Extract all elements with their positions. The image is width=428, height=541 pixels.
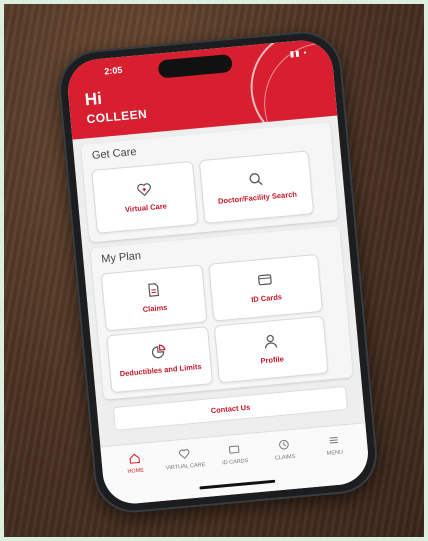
tile-label: Profile (260, 354, 285, 366)
profile-tile[interactable]: Profile (213, 315, 329, 384)
section-title: Get Care (91, 145, 137, 162)
person-icon (265, 335, 278, 349)
tile-label: ID Cards (250, 292, 283, 305)
tab-menu[interactable]: MENU (311, 432, 359, 487)
deductibles-tile[interactable]: Deductibles and Limits (106, 326, 214, 394)
status-icons: ▮▮ • (289, 48, 308, 59)
tab-claims[interactable]: CLAIMS (261, 437, 309, 492)
menu-icon (329, 436, 338, 444)
status-time: 2:05 (103, 64, 123, 77)
card-icon (228, 445, 240, 454)
heart-icon (179, 449, 190, 459)
tab-label: ID CARDS (221, 458, 249, 467)
tab-label: HOME (127, 467, 145, 476)
greeting: Hi (83, 88, 103, 110)
tab-home[interactable]: HOME (112, 450, 160, 505)
get-care-section: Get Care Virtual Care Doctor/Facility Se… (80, 122, 339, 243)
my-plan-section: My Plan Claims ID Cards Deductibles and … (90, 225, 354, 400)
home-icon (129, 453, 140, 464)
tile-label: Doctor/Facility Search (217, 189, 298, 206)
doctor-search-tile[interactable]: Doctor/Facility Search (198, 150, 315, 225)
phone-body: 2:05 ▮▮ • Hi COLLEEN Get Care Virtual Ca… (55, 28, 381, 516)
dynamic-island (157, 53, 233, 79)
heart-plus-icon (137, 183, 151, 197)
photo-background: 2:05 ▮▮ • Hi COLLEEN Get Care Virtual Ca… (4, 4, 424, 537)
tile-label: Claims (142, 302, 168, 315)
tab-bar: HOME VIRTUAL CARE ID CARDS CLAIMS MENU (100, 422, 371, 507)
tile-label: Virtual Care (124, 201, 168, 215)
document-icon (148, 283, 160, 298)
tab-virtual-care[interactable]: VIRTUAL CARE (162, 446, 210, 501)
tile-label: Deductibles and Limits (119, 362, 202, 379)
search-icon (249, 173, 263, 186)
tab-label: MENU (326, 449, 344, 457)
tab-id-cards[interactable]: ID CARDS (212, 441, 260, 496)
user-name: COLLEEN (85, 106, 148, 127)
card-icon (258, 274, 272, 286)
app-screen: 2:05 ▮▮ • Hi COLLEEN Get Care Virtual Ca… (65, 37, 371, 507)
tab-label: CLAIMS (274, 453, 296, 462)
claims-icon (279, 439, 289, 450)
claims-tile[interactable]: Claims (100, 264, 208, 332)
tab-label: VIRTUAL CARE (165, 461, 206, 472)
section-title: My Plan (100, 249, 142, 266)
virtual-care-tile[interactable]: Virtual Care (91, 160, 199, 234)
id-cards-tile[interactable]: ID Cards (208, 253, 324, 322)
pie-icon (151, 344, 166, 359)
